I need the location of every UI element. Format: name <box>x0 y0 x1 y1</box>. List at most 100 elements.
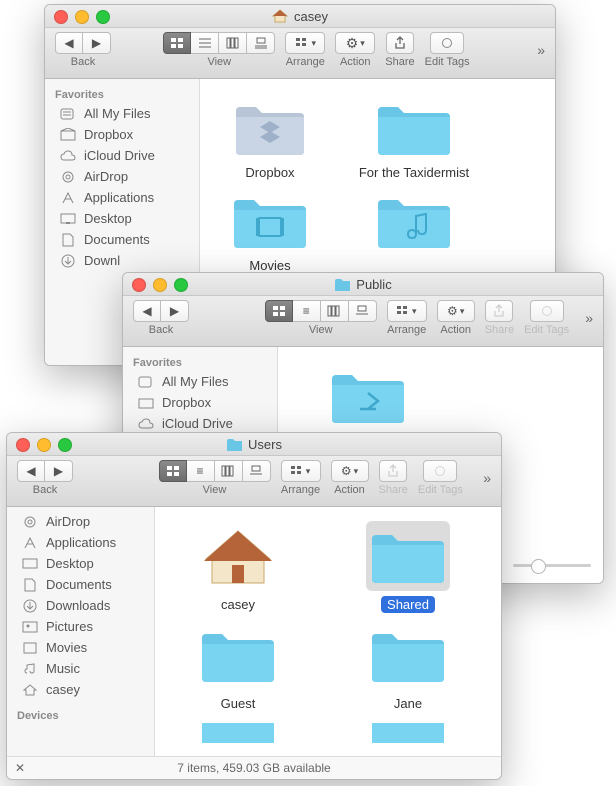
folder-item[interactable] <box>354 190 474 273</box>
icon-view-button[interactable] <box>265 300 293 322</box>
action-button[interactable]: ⚙▾ <box>335 32 375 54</box>
toolbar-overflow[interactable]: » <box>483 470 491 486</box>
folder-icon <box>200 723 276 743</box>
folder-item[interactable]: Movies <box>210 190 330 273</box>
arrange-button[interactable]: ▾ <box>285 32 325 54</box>
icon-size-slider[interactable] <box>513 557 591 573</box>
list-view-button[interactable] <box>191 32 219 54</box>
view-label: View <box>207 56 231 68</box>
sidebar-item-dropbox[interactable]: Dropbox <box>123 392 277 413</box>
sidebar-item-applications[interactable]: Applications <box>45 187 199 208</box>
sidebar-item-desktop[interactable]: Desktop <box>45 208 199 229</box>
toolbar-overflow[interactable]: » <box>537 42 545 58</box>
sidebar-item-documents[interactable]: Documents <box>7 574 154 595</box>
sidebar-item-applications[interactable]: Applications <box>7 532 154 553</box>
traffic-lights[interactable] <box>16 438 72 452</box>
path-button[interactable]: ✕ <box>15 761 25 775</box>
folder-item[interactable] <box>173 719 303 747</box>
coverflow-view-button[interactable] <box>349 300 377 322</box>
sidebar-item-music[interactable]: Music <box>7 658 154 679</box>
column-view-button[interactable] <box>321 300 349 322</box>
sidebar-item-all-my-files[interactable]: All My Files <box>123 371 277 392</box>
window-title: casey <box>294 9 328 24</box>
finder-window-users[interactable]: Users ◀▶ Back ≡ View ▾Arrange ⚙▾Action S… <box>6 432 502 780</box>
titlebar[interactable]: Users <box>7 433 501 456</box>
status-bar: ✕ 7 items, 459.03 GB available <box>7 756 501 779</box>
sidebar-item-dropbox[interactable]: Dropbox <box>45 124 199 145</box>
column-view-button[interactable] <box>219 32 247 54</box>
forward-button[interactable]: ▶ <box>161 300 189 322</box>
back-button[interactable]: ◀ <box>17 460 45 482</box>
tags-button[interactable] <box>423 460 457 482</box>
arrange-button[interactable]: ▾ <box>387 300 427 322</box>
folder-icon <box>200 624 276 686</box>
sidebar-item-documents[interactable]: Documents <box>45 229 199 250</box>
titlebar[interactable]: Public <box>123 273 603 296</box>
forward-button[interactable]: ▶ <box>83 32 111 54</box>
share-button[interactable] <box>386 32 414 54</box>
toolbar: ◀▶ Back ≡ View ▾Arrange ⚙▾Action Share E… <box>123 296 603 347</box>
action-group: ⚙▾ Action <box>335 32 375 68</box>
folder-icon <box>334 277 350 291</box>
sidebar-item-all-my-files[interactable]: All My Files <box>45 103 199 124</box>
toolbar: ◀ ▶ Back View ▾ Arrange ⚙▾ Action Share <box>45 28 555 79</box>
sidebar-item-home[interactable]: casey <box>7 679 154 700</box>
share-button[interactable] <box>379 460 407 482</box>
zoom-button[interactable] <box>174 278 188 292</box>
sidebar-item-airdrop[interactable]: AirDrop <box>7 513 154 532</box>
close-button[interactable] <box>54 10 68 24</box>
sidebar-item-movies[interactable]: Movies <box>7 637 154 658</box>
forward-button[interactable]: ▶ <box>45 460 73 482</box>
minimize-button[interactable] <box>153 278 167 292</box>
toolbar: ◀▶ Back ≡ View ▾Arrange ⚙▾Action Share E… <box>7 456 501 507</box>
toolbar-overflow[interactable]: » <box>585 310 593 326</box>
desktop-icon <box>59 212 77 226</box>
sidebar-item-icloud[interactable]: iCloud Drive <box>45 145 199 166</box>
sidebar-item-pictures[interactable]: Pictures <box>7 616 154 637</box>
folder-item[interactable]: casey <box>173 521 303 612</box>
sidebar-item-downloads[interactable]: Downl <box>45 250 199 271</box>
zoom-button[interactable] <box>96 10 110 24</box>
coverflow-view-button[interactable] <box>247 32 275 54</box>
folder-item[interactable]: Dropbox <box>210 97 330 180</box>
back-button[interactable]: ◀ <box>55 32 83 54</box>
zoom-button[interactable] <box>58 438 72 452</box>
list-view-button[interactable]: ≡ <box>187 460 215 482</box>
window-title: Users <box>248 437 282 452</box>
sidebar-item-icloud[interactable]: iCloud Drive <box>123 413 277 434</box>
action-button[interactable]: ⚙▾ <box>437 300 475 322</box>
close-button[interactable] <box>132 278 146 292</box>
cloud-icon <box>59 149 77 163</box>
folder-item[interactable]: For the Taxidermist <box>354 97 474 180</box>
folder-item[interactable]: Guest <box>173 620 303 711</box>
folder-item[interactable] <box>343 719 473 747</box>
back-label: Back <box>71 56 95 68</box>
share-button[interactable] <box>485 300 513 322</box>
arrange-button[interactable]: ▾ <box>281 460 321 482</box>
sidebar-item-desktop[interactable]: Desktop <box>7 553 154 574</box>
action-button[interactable]: ⚙▾ <box>331 460 369 482</box>
close-button[interactable] <box>16 438 30 452</box>
folder-item[interactable]: Jane <box>343 620 473 711</box>
icon-view-button[interactable] <box>163 32 191 54</box>
coverflow-view-button[interactable] <box>243 460 271 482</box>
back-forward-group: ◀ ▶ Back <box>55 32 111 68</box>
content-area[interactable]: casey Shared Guest Jane <box>155 507 501 756</box>
sidebar-item-airdrop[interactable]: AirDrop <box>45 166 199 187</box>
dropbox-folder-icon <box>232 97 308 159</box>
share-label: Share <box>385 56 414 68</box>
list-view-button[interactable]: ≡ <box>293 300 321 322</box>
column-view-button[interactable] <box>215 460 243 482</box>
minimize-button[interactable] <box>37 438 51 452</box>
icon-view-button[interactable] <box>159 460 187 482</box>
traffic-lights[interactable] <box>54 10 110 24</box>
titlebar[interactable]: casey <box>45 5 555 28</box>
traffic-lights[interactable] <box>132 278 188 292</box>
tags-button[interactable] <box>530 300 564 322</box>
back-button[interactable]: ◀ <box>133 300 161 322</box>
folder-item-selected[interactable]: Shared <box>343 521 473 612</box>
status-text: 7 items, 459.03 GB available <box>177 761 330 775</box>
tags-button[interactable] <box>430 32 464 54</box>
minimize-button[interactable] <box>75 10 89 24</box>
sidebar-item-downloads[interactable]: Downloads <box>7 595 154 616</box>
